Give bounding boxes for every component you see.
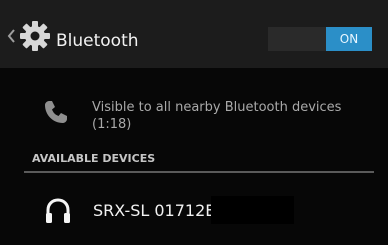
device-name: SRX-SL 01712E xyxy=(93,201,216,220)
headphones-icon xyxy=(46,198,70,223)
gear-icon xyxy=(20,21,50,51)
bluetooth-toggle[interactable]: ON xyxy=(268,27,372,51)
toggle-on-label: ON xyxy=(326,27,372,51)
action-bar: Bluetooth ON xyxy=(0,0,388,68)
page-title: Bluetooth xyxy=(56,31,139,51)
bluetooth-settings-screen: Bluetooth ON Visible to all nearby Bluet… xyxy=(0,0,388,245)
redaction-block xyxy=(211,196,294,224)
visibility-status-text[interactable]: Visible to all nearby Bluetooth devices … xyxy=(92,99,382,133)
device-item[interactable]: SRX-SL 01712E xyxy=(24,184,374,240)
section-divider xyxy=(24,171,374,173)
phone-icon xyxy=(45,101,67,123)
available-devices-header: AVAILABLE DEVICES xyxy=(32,152,156,165)
